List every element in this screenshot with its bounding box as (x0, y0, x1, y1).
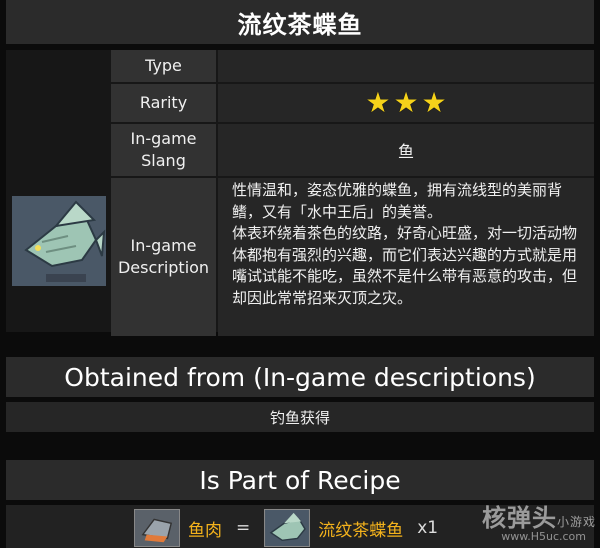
page-title: 流纹茶蝶鱼 (6, 0, 594, 44)
description-paragraph-1: 性情温和，姿态优雅的蝶鱼，拥有流线型的美丽背鳍，又有「水中王后」的美誉。 (232, 181, 563, 221)
equals-sign: = (236, 518, 251, 538)
fish-icon[interactable] (264, 509, 311, 547)
info-panel: Type Rarity ★ ★ ★ In-game Slang 鱼 In-game … (6, 50, 594, 336)
watermark-sub: 小游戏 (556, 515, 596, 529)
rarity-value: ★ ★ ★ (218, 84, 594, 122)
type-label: Type (111, 50, 216, 82)
obtained-heading: Obtained from (In-game descriptions) (6, 357, 594, 397)
description-text: 性情温和，姿态优雅的蝶鱼，拥有流线型的美丽背鳍，又有「水中王后」的美誉。 体表环… (218, 178, 594, 336)
obtained-text: 钓鱼获得 (6, 402, 594, 432)
fish-icon (12, 196, 106, 286)
result-name[interactable]: 流纹茶蝶鱼 (318, 516, 403, 541)
ingredient-name[interactable]: 鱼肉 (188, 516, 222, 541)
slang-value: 鱼 (218, 124, 594, 176)
rarity-label: Rarity (111, 84, 216, 122)
description-paragraph-2: 体表环绕着茶色的纹路，好奇心旺盛，对一切活动物体都抱有强烈的兴趣，而它们表达兴趣… (232, 224, 578, 307)
result-quantity: x1 (417, 518, 439, 538)
star-icon: ★ (421, 86, 447, 119)
fish-meat-icon[interactable] (134, 509, 180, 547)
watermark-brand: 核弹头 (481, 504, 557, 532)
star-icon: ★ (393, 86, 419, 119)
watermark-logo: 核弹头小游戏 (482, 498, 596, 533)
star-icon: ★ (365, 86, 391, 119)
slang-label: In-game Slang (111, 124, 216, 176)
watermark-url: www.H5uc.com (501, 530, 586, 543)
type-value (218, 50, 594, 82)
recipe-heading: Is Part of Recipe (6, 460, 594, 500)
recipe-row: 鱼肉 = 流纹茶蝶鱼 x1 (134, 509, 438, 547)
rarity-stars: ★ ★ ★ (365, 89, 446, 117)
description-label: In-game Description (111, 178, 216, 336)
